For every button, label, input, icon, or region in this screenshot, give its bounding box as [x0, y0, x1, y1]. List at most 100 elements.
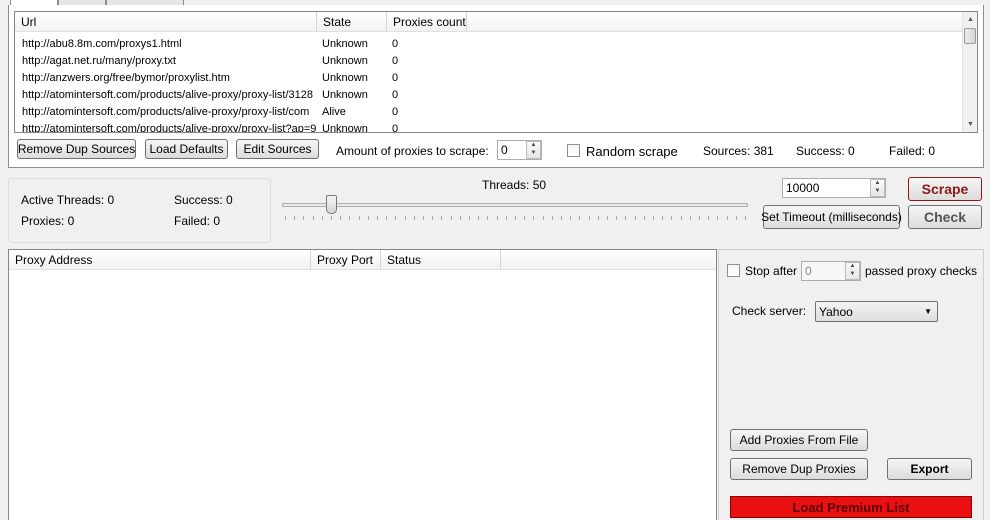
- slider-tick: [735, 216, 737, 220]
- slider-tick: [496, 216, 498, 220]
- column-header-proxy-port[interactable]: Proxy Port: [311, 250, 381, 270]
- sources-count: Sources: 381: [703, 144, 774, 158]
- cell-state: Unknown: [322, 123, 368, 133]
- cell-state: Unknown: [322, 38, 368, 50]
- stop-after-stepper[interactable]: ▲ ▼: [845, 262, 860, 280]
- table-row[interactable]: http://agat.net.ru/many/proxy.txt Unknown…: [15, 53, 960, 70]
- slider-tick: [303, 216, 305, 220]
- slider-tick: [551, 216, 553, 220]
- slider-tick: [625, 216, 627, 220]
- check-server-label: Check server:: [732, 304, 807, 318]
- set-timeout-button[interactable]: Set Timeout (milliseconds): [761, 205, 902, 229]
- cell-state: Alive: [322, 106, 346, 118]
- cell-url: http://atomintersoft.com/products/alive-…: [22, 89, 314, 101]
- column-header-filler: [501, 250, 716, 270]
- proxies-count-text: Proxies: 0: [21, 214, 75, 228]
- sources-scrollbar[interactable]: ▲ ▼: [962, 12, 977, 132]
- column-header-proxies-count[interactable]: Proxies count: [387, 12, 467, 32]
- table-row[interactable]: http://atomintersoft.com/products/alive-…: [15, 121, 960, 133]
- chevron-down-icon[interactable]: ▼: [924, 307, 932, 316]
- slider-tick: [524, 216, 526, 220]
- slider-thumb[interactable]: [326, 195, 337, 214]
- down-arrow-icon[interactable]: ▼: [871, 188, 884, 196]
- slider-tick: [616, 216, 618, 220]
- cell-proxies-count: 0: [392, 89, 399, 101]
- scrape-button[interactable]: Scrape: [908, 177, 982, 201]
- cell-proxies-count: 0: [392, 106, 399, 118]
- slider-tick: [570, 216, 572, 220]
- up-arrow-icon[interactable]: ▲: [846, 263, 859, 271]
- slider-tick: [643, 216, 645, 220]
- column-header-state[interactable]: State: [317, 12, 387, 32]
- slider-tick: [533, 216, 535, 220]
- cell-proxies-count: 0: [392, 72, 399, 84]
- up-arrow-icon[interactable]: ▲: [871, 180, 884, 188]
- cell-state: Unknown: [322, 72, 368, 84]
- slider-tick: [423, 216, 424, 220]
- table-row[interactable]: http://anzwers.org/free/bymor/proxylist.…: [15, 70, 960, 87]
- column-header-proxy-address[interactable]: Proxy Address: [9, 250, 311, 270]
- edit-sources-button[interactable]: Edit Sources: [236, 139, 319, 159]
- table-row[interactable]: http://atomintersoft.com/products/alive-…: [15, 104, 960, 121]
- slider-tick: [331, 216, 332, 220]
- down-arrow-icon[interactable]: ▼: [846, 271, 859, 279]
- check-server-value: Yahoo: [819, 305, 853, 319]
- cell-proxies-count: 0: [392, 38, 399, 50]
- random-scrape-checkbox[interactable]: [567, 144, 580, 157]
- column-header-status[interactable]: Status: [381, 250, 501, 270]
- down-arrow-icon[interactable]: ▼: [527, 150, 540, 158]
- export-button[interactable]: Export: [887, 458, 972, 480]
- timeout-stepper[interactable]: ▲ ▼: [870, 179, 885, 197]
- slider-tick: [404, 216, 406, 220]
- sources-table[interactable]: Url State Proxies count http://abu8.8m.c…: [14, 11, 978, 133]
- slider-tick: [349, 216, 351, 220]
- slider-tick: [321, 216, 323, 220]
- remove-dup-sources-button[interactable]: Remove Dup Sources: [17, 139, 136, 159]
- slider-tick: [597, 216, 599, 220]
- slider-tick: [450, 216, 452, 220]
- table-row[interactable]: http://abu8.8m.com/proxys1.html Unknown 0: [15, 36, 960, 53]
- slider-tick: [386, 216, 388, 220]
- threads-slider[interactable]: [280, 192, 750, 226]
- cell-state: Unknown: [322, 55, 368, 67]
- proxy-table[interactable]: Proxy Address Proxy Port Status: [8, 249, 717, 520]
- slider-tick: [542, 216, 544, 220]
- stats-failed-text: Failed: 0: [174, 214, 221, 228]
- column-header-url[interactable]: Url: [15, 12, 317, 32]
- slider-tick: [469, 216, 470, 220]
- cell-proxies-count: 0: [392, 55, 399, 67]
- load-premium-list-button[interactable]: Load Premium List: [730, 496, 972, 518]
- add-proxies-from-file-button[interactable]: Add Proxies From File: [730, 429, 868, 451]
- slider-tick: [689, 216, 691, 220]
- slider-tick: [294, 216, 296, 220]
- check-server-select[interactable]: Yahoo ▼: [815, 301, 938, 322]
- scroll-thumb[interactable]: [964, 28, 976, 44]
- slider-tick: [607, 216, 608, 220]
- remove-dup-proxies-button[interactable]: Remove Dup Proxies: [730, 458, 868, 480]
- stop-after-checkbox[interactable]: [727, 264, 740, 277]
- slider-tick: [285, 216, 286, 220]
- column-header-filler: [467, 12, 962, 32]
- slider-tick: [745, 216, 746, 220]
- scroll-up-icon[interactable]: ▲: [963, 12, 977, 27]
- slider-tick: [634, 216, 636, 220]
- cell-url: http://atomintersoft.com/products/alive-…: [22, 106, 310, 118]
- check-button[interactable]: Check: [908, 205, 982, 229]
- slider-tick: [561, 216, 562, 220]
- cell-url: http://anzwers.org/free/bymor/proxylist.…: [22, 72, 230, 84]
- slider-tick: [432, 216, 434, 220]
- amount-label: Amount of proxies to scrape:: [336, 144, 489, 158]
- up-arrow-icon[interactable]: ▲: [527, 142, 540, 150]
- cell-url: http://abu8.8m.com/proxys1.html: [22, 38, 182, 50]
- slider-tick: [588, 216, 590, 220]
- cell-url: http://agat.net.ru/many/proxy.txt: [22, 55, 176, 67]
- amount-stepper[interactable]: ▲ ▼: [526, 141, 541, 159]
- slider-tick: [699, 216, 700, 220]
- table-row[interactable]: http://atomintersoft.com/products/alive-…: [15, 87, 960, 104]
- slider-tick: [487, 216, 489, 220]
- slider-tick: [653, 216, 654, 220]
- scroll-down-icon[interactable]: ▼: [963, 117, 977, 132]
- slider-tick: [367, 216, 369, 220]
- load-defaults-button[interactable]: Load Defaults: [145, 139, 228, 159]
- slider-tick: [708, 216, 710, 220]
